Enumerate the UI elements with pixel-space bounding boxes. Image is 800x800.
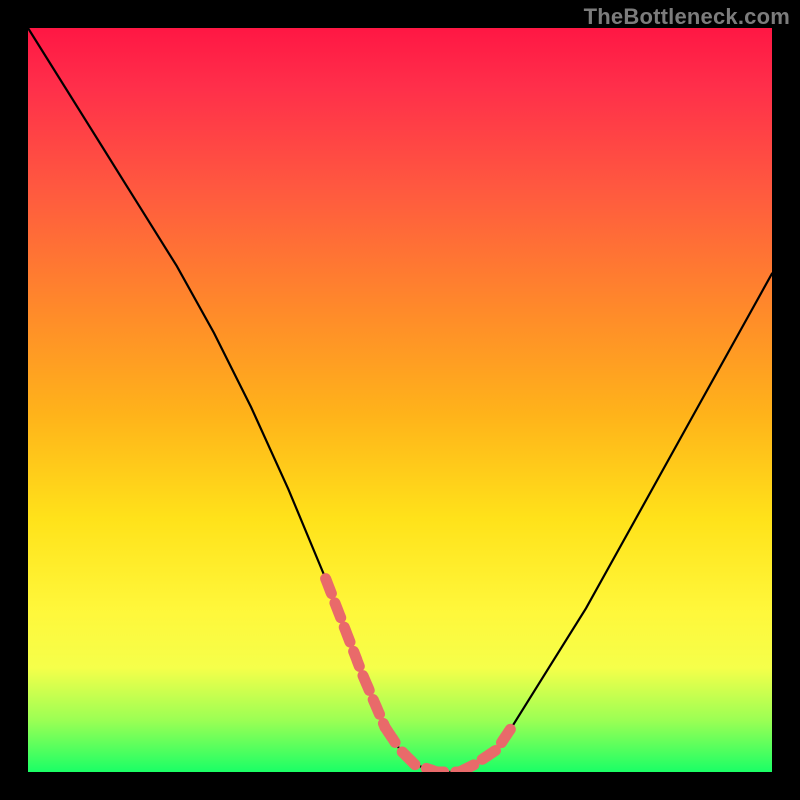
watermark-text: TheBottleneck.com bbox=[584, 4, 790, 30]
chart-svg bbox=[28, 28, 772, 772]
highlight-segment bbox=[385, 727, 459, 772]
chart-frame: TheBottleneck.com bbox=[0, 0, 800, 800]
curve-highlights bbox=[326, 579, 512, 772]
highlight-segment bbox=[460, 727, 512, 772]
chart-plot-area bbox=[28, 28, 772, 772]
highlight-segment bbox=[326, 579, 386, 728]
curve-line bbox=[28, 28, 772, 772]
